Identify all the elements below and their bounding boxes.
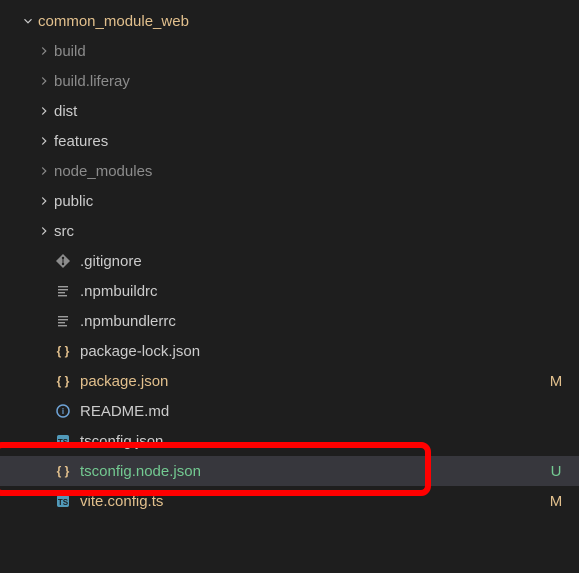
folder-item-public[interactable]: public <box>0 186 579 216</box>
folder-item-features[interactable]: features <box>0 126 579 156</box>
folder-item-build[interactable]: build <box>0 36 579 66</box>
git-status-badge: M <box>547 373 565 390</box>
item-label: src <box>54 223 547 240</box>
svg-text:{ }: { } <box>57 344 70 358</box>
svg-text:{ }: { } <box>57 464 70 478</box>
chevron-right-icon <box>36 73 52 89</box>
lines-icon <box>54 282 72 300</box>
svg-text:TS: TS <box>58 438 69 447</box>
item-label: node_modules <box>54 163 547 180</box>
svg-text:TS: TS <box>58 498 69 507</box>
json-icon: { } <box>54 462 72 480</box>
svg-text:{ }: { } <box>57 374 70 388</box>
item-label: package.json <box>80 373 547 390</box>
item-label: vite.config.ts <box>80 493 547 510</box>
chevron-right-icon <box>36 193 52 209</box>
chevron-right-icon <box>36 163 52 179</box>
root-folder[interactable]: common_module_web <box>0 6 579 36</box>
item-label: .npmbuildrc <box>80 283 547 300</box>
ts-icon: TS <box>54 432 72 450</box>
folder-item-src[interactable]: src <box>0 216 579 246</box>
chevron-right-icon <box>36 43 52 59</box>
folder-item-node-modules[interactable]: node_modules <box>0 156 579 186</box>
folder-item-build-liferay[interactable]: build.liferay <box>0 66 579 96</box>
item-label: tsconfig.json <box>80 433 547 450</box>
file-item-package-lock-json[interactable]: { } package-lock.json <box>0 336 579 366</box>
git-status-badge: U <box>547 463 565 480</box>
git-icon <box>54 252 72 270</box>
item-label: tsconfig.node.json <box>80 463 547 480</box>
item-label: .gitignore <box>80 253 547 270</box>
json-icon: { } <box>54 342 72 360</box>
item-label: public <box>54 193 547 210</box>
file-item--npmbuildrc[interactable]: .npmbuildrc <box>0 276 579 306</box>
folder-item-dist[interactable]: dist <box>0 96 579 126</box>
item-label: features <box>54 133 547 150</box>
chevron-down-icon <box>20 13 36 29</box>
md-icon: i <box>54 402 72 420</box>
json-icon: { } <box>54 372 72 390</box>
item-label: build.liferay <box>54 73 547 90</box>
lines-icon <box>54 312 72 330</box>
chevron-right-icon <box>36 133 52 149</box>
item-label: build <box>54 43 547 60</box>
item-label: README.md <box>80 403 547 420</box>
file-item--gitignore[interactable]: .gitignore <box>0 246 579 276</box>
file-item-readme-md[interactable]: i README.md <box>0 396 579 426</box>
file-item--npmbundlerrc[interactable]: .npmbundlerrc <box>0 306 579 336</box>
file-item-vite-config-ts[interactable]: TS vite.config.tsM <box>0 486 579 516</box>
item-label: dist <box>54 103 547 120</box>
git-status-badge: M <box>547 493 565 510</box>
svg-text:i: i <box>62 407 64 416</box>
file-item-tsconfig-node-json[interactable]: { } tsconfig.node.jsonU <box>0 456 579 486</box>
chevron-right-icon <box>36 103 52 119</box>
file-item-tsconfig-json[interactable]: TS tsconfig.json <box>0 426 579 456</box>
item-label: .npmbundlerrc <box>80 313 547 330</box>
file-tree: common_module_web build build.liferay dist… <box>0 0 579 516</box>
chevron-right-icon <box>36 223 52 239</box>
root-label: common_module_web <box>38 13 547 30</box>
file-item-package-json[interactable]: { } package.jsonM <box>0 366 579 396</box>
item-label: package-lock.json <box>80 343 547 360</box>
ts-icon: TS <box>54 492 72 510</box>
